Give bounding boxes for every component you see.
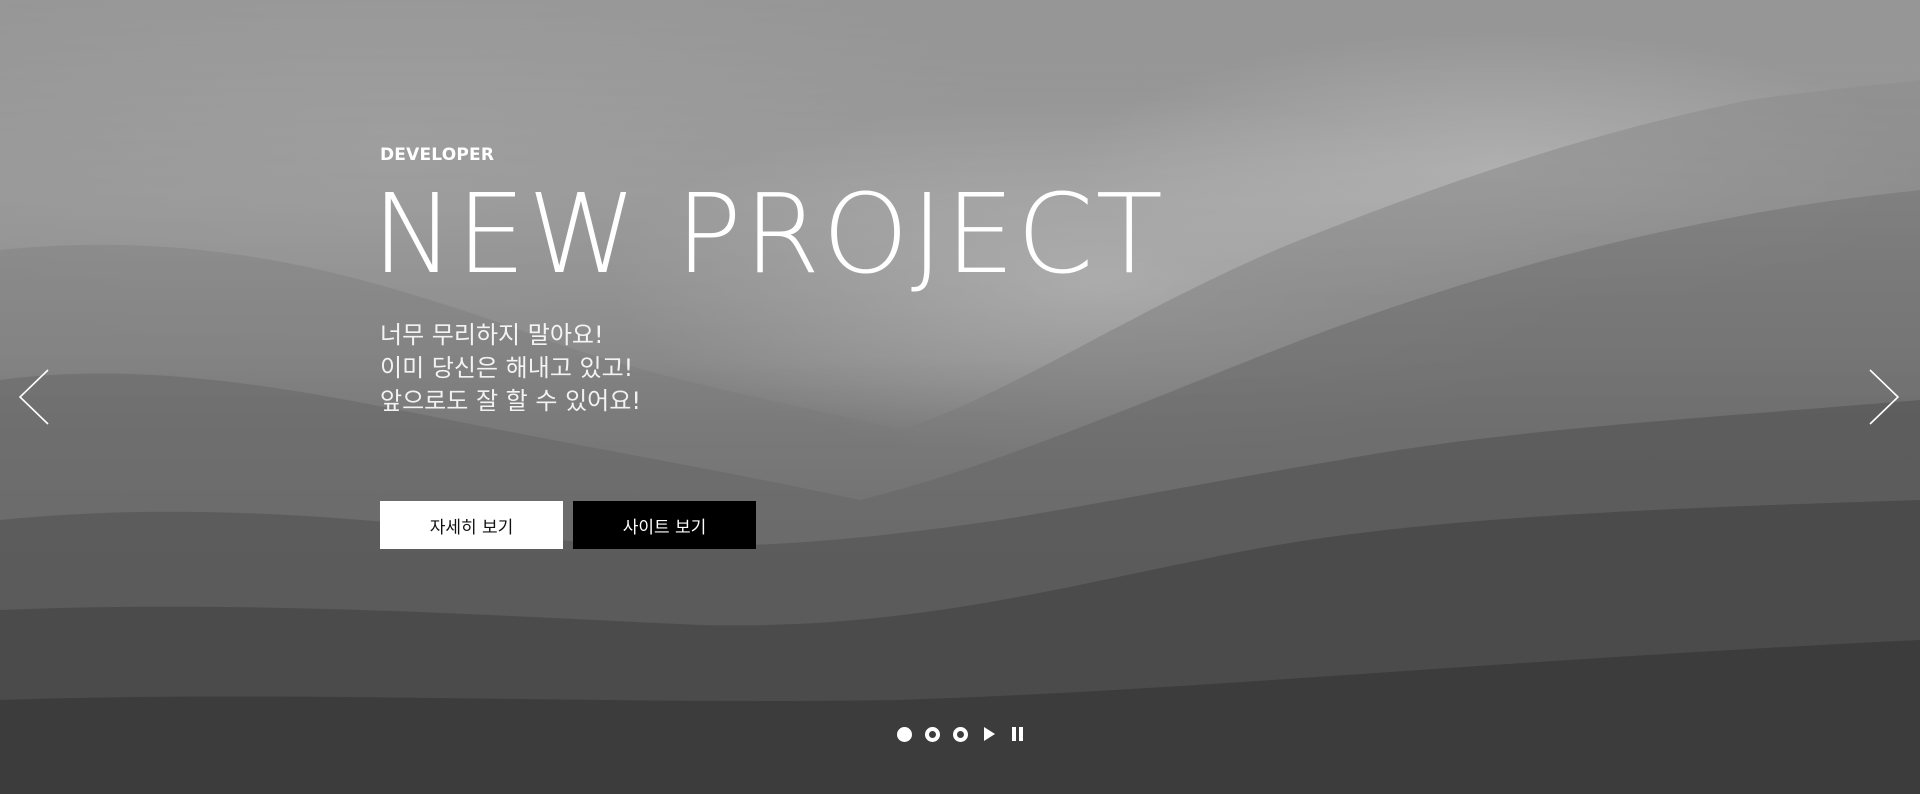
hero-slider: DEVELOPER NEW PROJECT 너무 무리하지 말아요! 이미 당신…: [0, 0, 1920, 794]
play-icon[interactable]: [981, 726, 997, 742]
hero-eyebrow: DEVELOPER: [380, 145, 495, 165]
hero-copy-line: 앞으로도 잘 할 수 있어요!: [380, 387, 641, 415]
hero-buttons: 자세히 보기 사이트 보기: [380, 501, 756, 549]
pagination-dot-2[interactable]: [925, 726, 940, 742]
pagination-dot-3[interactable]: [953, 726, 968, 742]
slider-controls: [897, 726, 1026, 742]
pagination-dot-1[interactable]: [897, 726, 912, 742]
pause-icon[interactable]: [1010, 726, 1026, 742]
hero-headline: NEW PROJECT: [372, 170, 1165, 298]
hero-copy: 너무 무리하지 말아요! 이미 당신은 해내고 있고! 앞으로도 잘 할 수 있…: [380, 319, 1165, 418]
hero-copy-line: 이미 당신은 해내고 있고!: [380, 354, 634, 382]
hero-content: DEVELOPER NEW PROJECT 너무 무리하지 말아요! 이미 당신…: [372, 145, 1165, 418]
chevron-right-icon[interactable]: [1864, 368, 1900, 426]
view-details-button[interactable]: 자세히 보기: [380, 501, 563, 549]
view-site-button[interactable]: 사이트 보기: [573, 501, 756, 549]
chevron-left-icon[interactable]: [18, 368, 54, 426]
hero-copy-line: 너무 무리하지 말아요!: [380, 321, 604, 349]
